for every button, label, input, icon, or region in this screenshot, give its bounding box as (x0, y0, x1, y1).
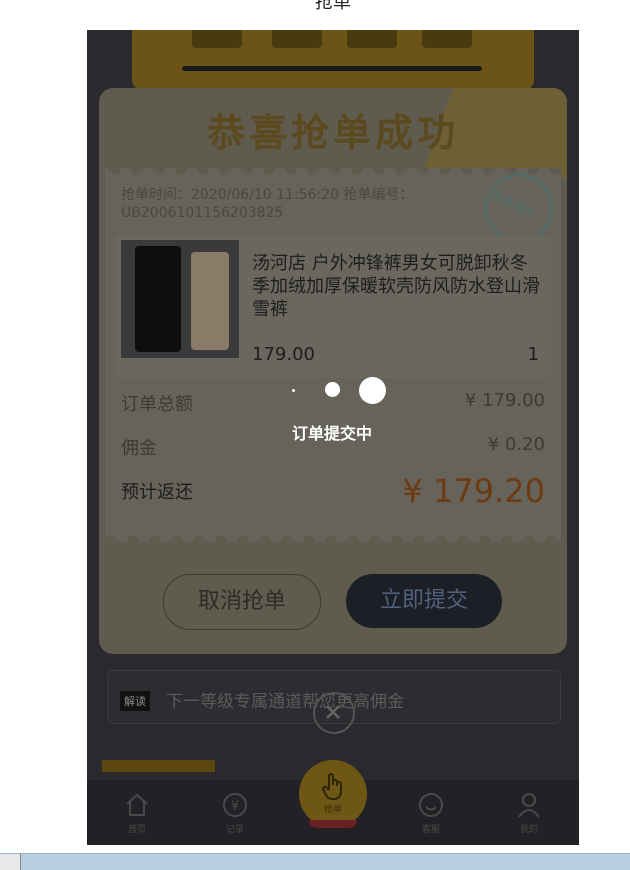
tab-label: 记录 (225, 825, 244, 835)
grab-success-dialog: 恭喜抢单成功 抢单成功 抢单时间：2020/06/10 11:56:20 抢单编… (99, 88, 567, 654)
commission-value: ¥ 0.20 (487, 434, 545, 455)
product-image-khaki-pants (191, 252, 229, 350)
dialog-title: 恭喜抢单成功 (206, 111, 459, 155)
order-total-label: 订单总额 (121, 394, 193, 415)
success-stamp: 抢单成功 (485, 174, 553, 242)
taskbar-start-button[interactable] (0, 854, 21, 870)
close-dialog-button[interactable] (313, 692, 355, 734)
product-image-dark-pants (135, 246, 181, 352)
user-icon (518, 793, 540, 818)
banner-slot (272, 30, 322, 48)
banner-divider (182, 66, 482, 71)
order-total-row: 订单总额 ¥ 179.00 (121, 390, 545, 416)
page-header: 抢单 (87, 0, 579, 30)
tab-mine[interactable]: 我的 (499, 780, 559, 845)
background-strip (102, 760, 215, 772)
banner-slot (347, 30, 397, 48)
tab-home[interactable]: 首页 (107, 780, 167, 845)
home-icon (126, 793, 148, 816)
phone-screen: 抢单 解读 下一等级专属通道帮您更高佣金 首页 ¥ 记录 抢单 客服 我的 恭喜… (87, 0, 579, 845)
cancel-grab-button[interactable]: 取消抢单 (163, 574, 321, 630)
product-price: 179.00 (252, 344, 315, 365)
estimated-return-label: 预计返还 (121, 482, 193, 503)
tab-center-accent (309, 820, 357, 828)
tab-bar: 首页 ¥ 记录 抢单 客服 我的 (87, 760, 579, 845)
product-image (121, 240, 239, 358)
order-total-value: ¥ 179.00 (464, 390, 545, 411)
tab-label: 客服 (421, 825, 440, 835)
stamp-text: 抢单成功 (490, 189, 536, 220)
page-title: 抢单 (315, 0, 351, 13)
banner-slot (192, 30, 242, 48)
grab-hand-icon (322, 773, 342, 800)
estimated-return-value: ¥ 179.20 (402, 472, 546, 510)
product-title: 汤河店 户外冲锋裤男女可脱卸秋冬季加绒加厚保暖软壳防风防水登山滑雪裤 (252, 253, 540, 320)
record-icon: ¥ (223, 793, 247, 817)
order-ticket: 抢单成功 抢单时间：2020/06/10 11:56:20 抢单编号：UB200… (105, 168, 561, 542)
tab-label: 我的 (519, 825, 538, 835)
svg-text:¥: ¥ (231, 799, 239, 814)
product-card: 汤河店 户外冲锋裤男女可脱卸秋冬季加绒加厚保暖软壳防风防水登山滑雪裤 179.0… (115, 236, 551, 378)
service-icon (419, 793, 443, 817)
estimated-return-row: 预计返还 ¥ 179.20 (121, 472, 545, 510)
submit-now-button[interactable]: 立即提交 (346, 574, 502, 628)
banner-slot (422, 30, 472, 48)
tab-grab[interactable]: 抢单 (299, 760, 367, 828)
tab-service[interactable]: 客服 (401, 780, 461, 845)
tab-label: 抢单 (323, 805, 342, 815)
background-banner (132, 30, 534, 90)
tab-label: 首页 (127, 825, 146, 835)
tip-text: 下一等级专属通道帮您更高佣金 (166, 692, 404, 712)
ticket-edge (105, 168, 561, 176)
ticket-edge (105, 534, 561, 542)
tip-tag: 解读 (120, 691, 150, 711)
commission-row: 佣金 ¥ 0.20 (121, 434, 545, 460)
tab-record[interactable]: ¥ 记录 (205, 780, 265, 845)
os-taskbar (0, 853, 630, 870)
commission-label: 佣金 (121, 438, 157, 459)
product-quantity: 1 (527, 344, 539, 365)
close-icon (326, 705, 340, 719)
order-meta: 抢单时间：2020/06/10 11:56:20 抢单编号：UB20061011… (121, 187, 414, 221)
